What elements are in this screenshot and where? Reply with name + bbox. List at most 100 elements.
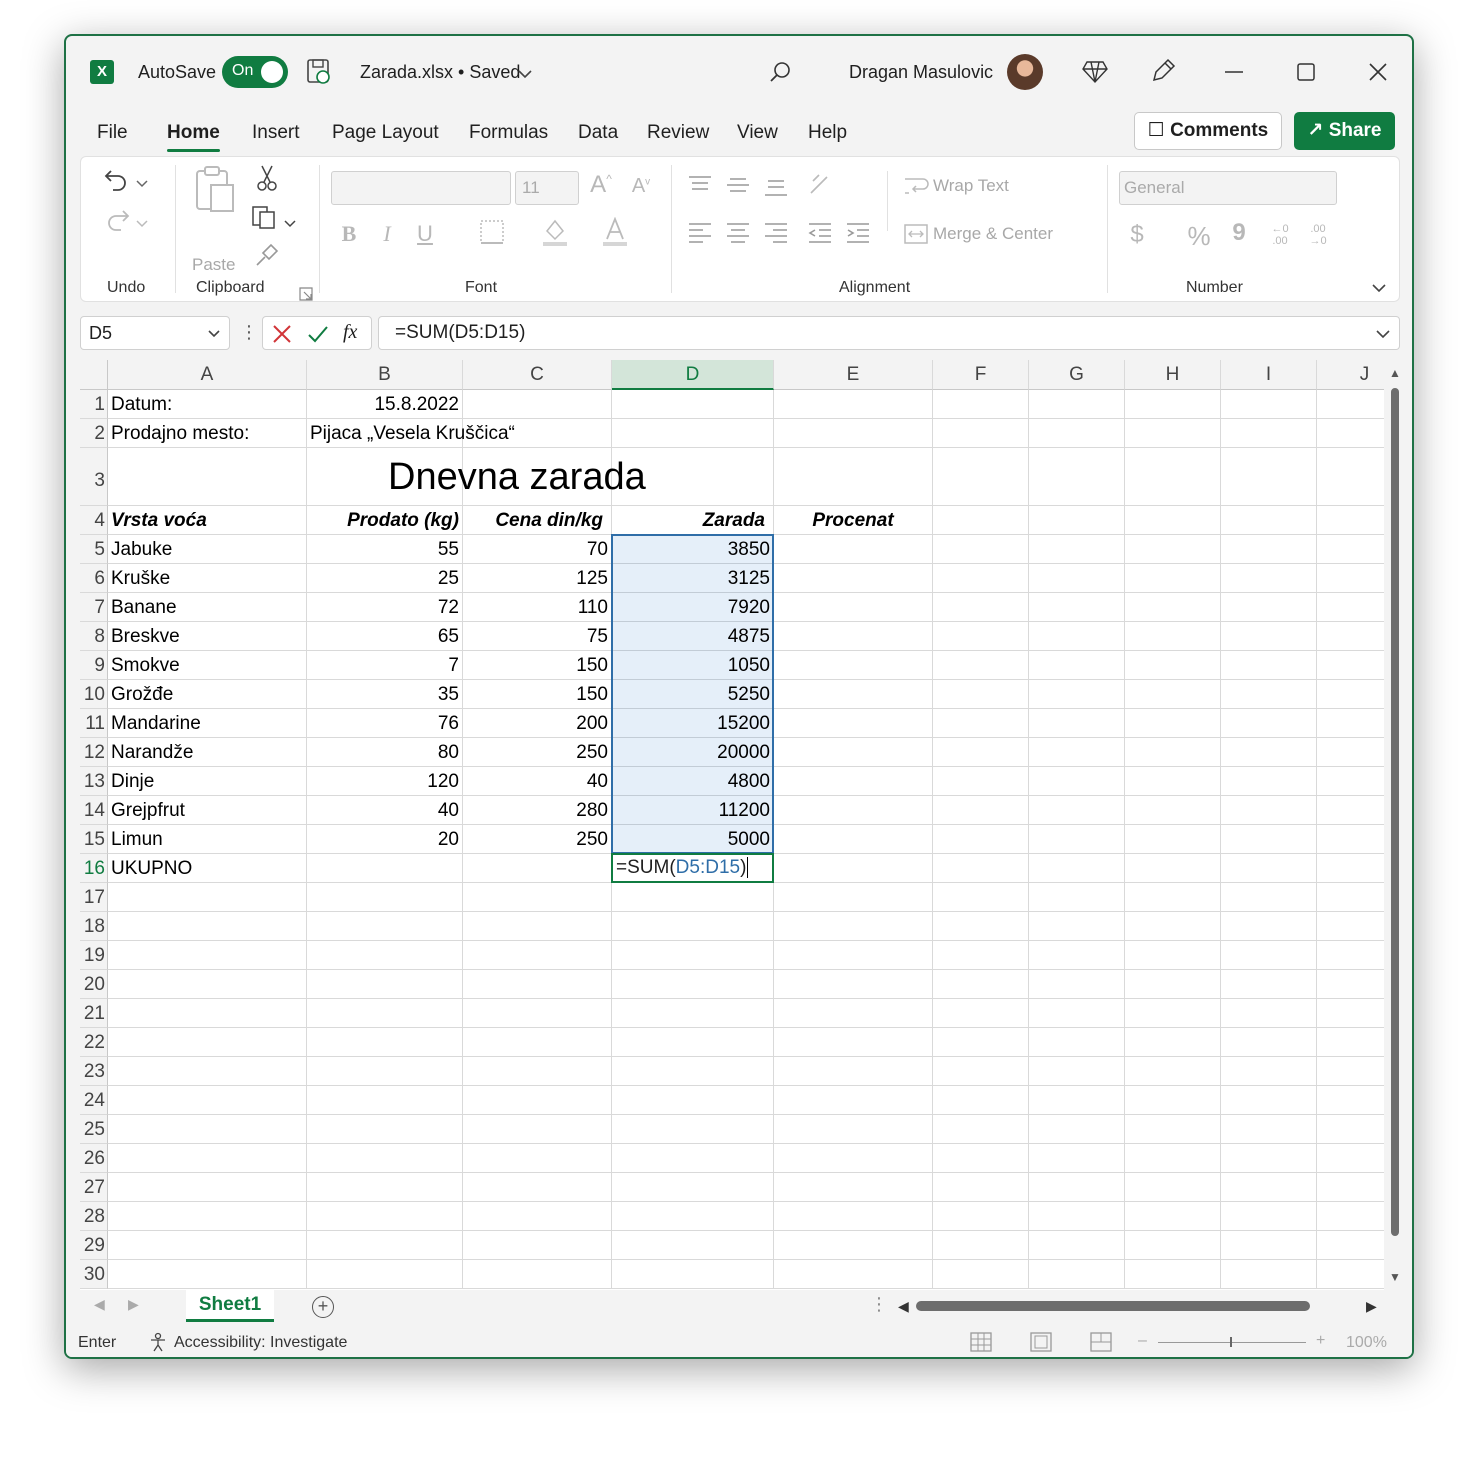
row-header-25[interactable]: 25 bbox=[80, 1115, 108, 1144]
merge-center-label[interactable]: Merge & Center bbox=[933, 224, 1053, 244]
cell-zarada[interactable]: 3125 bbox=[612, 564, 773, 593]
comma-icon[interactable]: 9 bbox=[1231, 219, 1247, 247]
diamond-icon[interactable] bbox=[1082, 60, 1108, 84]
cell-prodato[interactable]: 76 bbox=[307, 709, 462, 738]
cell-b1[interactable]: 15.8.2022 bbox=[307, 390, 462, 419]
cell-cena[interactable]: 250 bbox=[463, 825, 611, 854]
row-header-13[interactable]: 13 bbox=[80, 767, 108, 796]
cell-fruit-name[interactable]: Jabuke bbox=[108, 535, 306, 564]
cell-prodato[interactable]: 25 bbox=[307, 564, 462, 593]
zoom-slider-thumb[interactable] bbox=[1230, 1337, 1232, 1347]
name-box[interactable]: D5 bbox=[80, 316, 230, 350]
wrap-text-icon[interactable] bbox=[903, 175, 929, 203]
increase-indent-icon[interactable] bbox=[845, 221, 871, 249]
cell-cena[interactable]: 70 bbox=[463, 535, 611, 564]
cell-cena[interactable]: 250 bbox=[463, 738, 611, 767]
horizontal-scrollbar[interactable]: ◀ ▶ bbox=[894, 1290, 1384, 1322]
splitter-handle-icon[interactable]: ⋮ bbox=[870, 1294, 888, 1315]
header-cena[interactable]: Cena din/kg bbox=[463, 506, 611, 535]
row-header-9[interactable]: 9 bbox=[80, 651, 108, 680]
tab-page-layout[interactable]: Page Layout bbox=[332, 122, 439, 144]
cell-cena[interactable]: 150 bbox=[463, 680, 611, 709]
row-header-11[interactable]: 11 bbox=[80, 709, 108, 738]
cell-prodato[interactable]: 7 bbox=[307, 651, 462, 680]
cell-cena[interactable]: 40 bbox=[463, 767, 611, 796]
prev-sheet-icon[interactable]: ◀ bbox=[94, 1296, 105, 1313]
row-header-26[interactable]: 26 bbox=[80, 1144, 108, 1173]
cell-cena[interactable]: 125 bbox=[463, 564, 611, 593]
cell-zarada[interactable]: 4875 bbox=[612, 622, 773, 651]
page-break-view-icon[interactable] bbox=[1090, 1332, 1112, 1352]
redo-dropdown-icon[interactable] bbox=[135, 209, 149, 235]
scroll-up-icon[interactable]: ▲ bbox=[1389, 366, 1401, 380]
column-header-b[interactable]: B bbox=[307, 360, 463, 390]
column-header-e[interactable]: E bbox=[774, 360, 933, 390]
underline-icon[interactable]: U bbox=[413, 221, 437, 247]
column-header-g[interactable]: G bbox=[1029, 360, 1125, 390]
decrease-decimal-icon[interactable]: .00 →0 bbox=[1303, 223, 1333, 247]
increase-font-icon[interactable]: A^ bbox=[587, 171, 615, 199]
fx-icon[interactable]: fx bbox=[343, 321, 357, 344]
row-header-24[interactable]: 24 bbox=[80, 1086, 108, 1115]
decrease-indent-icon[interactable] bbox=[807, 221, 833, 249]
cell-zarada[interactable]: 1050 bbox=[612, 651, 773, 680]
paste-icon[interactable] bbox=[193, 165, 237, 219]
cell-cena[interactable]: 110 bbox=[463, 593, 611, 622]
column-header-f[interactable]: F bbox=[933, 360, 1029, 390]
close-icon[interactable] bbox=[1358, 58, 1398, 94]
row-header-7[interactable]: 7 bbox=[80, 593, 108, 622]
scroll-right-icon[interactable]: ▶ bbox=[1366, 1298, 1377, 1315]
copy-dropdown-icon[interactable] bbox=[283, 209, 297, 235]
percent-icon[interactable]: % bbox=[1185, 221, 1213, 252]
column-header-j[interactable]: J bbox=[1317, 360, 1384, 390]
tab-formulas[interactable]: Formulas bbox=[469, 122, 548, 144]
column-header-i[interactable]: I bbox=[1221, 360, 1317, 390]
redo-icon[interactable] bbox=[103, 205, 131, 239]
cell-zarada[interactable]: 5000 bbox=[612, 825, 773, 854]
italic-icon[interactable]: I bbox=[375, 221, 399, 247]
cell-cena[interactable]: 150 bbox=[463, 651, 611, 680]
tab-view[interactable]: View bbox=[737, 122, 778, 144]
comments-button[interactable]: ☐ Comments bbox=[1134, 112, 1282, 150]
row-header-18[interactable]: 18 bbox=[80, 912, 108, 941]
cell-zarada[interactable]: 15200 bbox=[612, 709, 773, 738]
zoom-out-icon[interactable]: – bbox=[1138, 1332, 1147, 1350]
worksheet-grid[interactable]: A B C D E F G H I J 1 2 3 4 5 6 7 8 9 10 11 12 13 14 15 16 17 18 19 2… bbox=[80, 360, 1384, 1290]
column-header-c[interactable]: C bbox=[463, 360, 612, 390]
paste-label[interactable]: Paste bbox=[192, 255, 235, 275]
ribbon-collapse-icon[interactable] bbox=[1371, 273, 1387, 299]
row-header-29[interactable]: 29 bbox=[80, 1231, 108, 1260]
row-header-21[interactable]: 21 bbox=[80, 999, 108, 1028]
cell-prodato[interactable]: 55 bbox=[307, 535, 462, 564]
cell-fruit-name[interactable]: Limun bbox=[108, 825, 306, 854]
row-header-2[interactable]: 2 bbox=[80, 419, 108, 448]
header-zarada[interactable]: Zarada bbox=[612, 506, 773, 535]
scroll-down-icon[interactable]: ▼ bbox=[1389, 1270, 1401, 1284]
active-cell-editor[interactable]: =SUM(D5:D15) bbox=[611, 853, 774, 883]
column-header-d[interactable]: D bbox=[612, 360, 774, 390]
pen-icon[interactable] bbox=[1150, 58, 1176, 84]
row-header-12[interactable]: 12 bbox=[80, 738, 108, 767]
zoom-slider[interactable] bbox=[1158, 1337, 1306, 1347]
add-sheet-icon[interactable]: + bbox=[312, 1296, 334, 1318]
cell-fruit-name[interactable]: Breskve bbox=[108, 622, 306, 651]
column-header-a[interactable]: A bbox=[108, 360, 307, 390]
cell-a16[interactable]: UKUPNO bbox=[108, 854, 306, 883]
wrap-text-label[interactable]: Wrap Text bbox=[933, 176, 1009, 196]
sheet-title[interactable]: Dnevna zarada bbox=[388, 456, 646, 499]
accessibility-status[interactable]: Accessibility: Investigate bbox=[174, 1334, 347, 1352]
row-header-1[interactable]: 1 bbox=[80, 390, 108, 419]
cell-fruit-name[interactable]: Kruške bbox=[108, 564, 306, 593]
cell-prodato[interactable]: 80 bbox=[307, 738, 462, 767]
cell-prodato[interactable]: 65 bbox=[307, 622, 462, 651]
tab-home[interactable]: Home bbox=[167, 122, 220, 152]
cell-zarada[interactable]: 5250 bbox=[612, 680, 773, 709]
select-all-corner[interactable] bbox=[80, 360, 108, 390]
scroll-left-icon[interactable]: ◀ bbox=[898, 1298, 909, 1315]
row-header-8[interactable]: 8 bbox=[80, 622, 108, 651]
vertical-scroll-thumb[interactable] bbox=[1391, 388, 1399, 1236]
maximize-icon[interactable] bbox=[1286, 58, 1326, 94]
font-size-combo[interactable]: 11 bbox=[515, 171, 579, 205]
row-header-5[interactable]: 5 bbox=[80, 535, 108, 564]
cell-fruit-name[interactable]: Smokve bbox=[108, 651, 306, 680]
